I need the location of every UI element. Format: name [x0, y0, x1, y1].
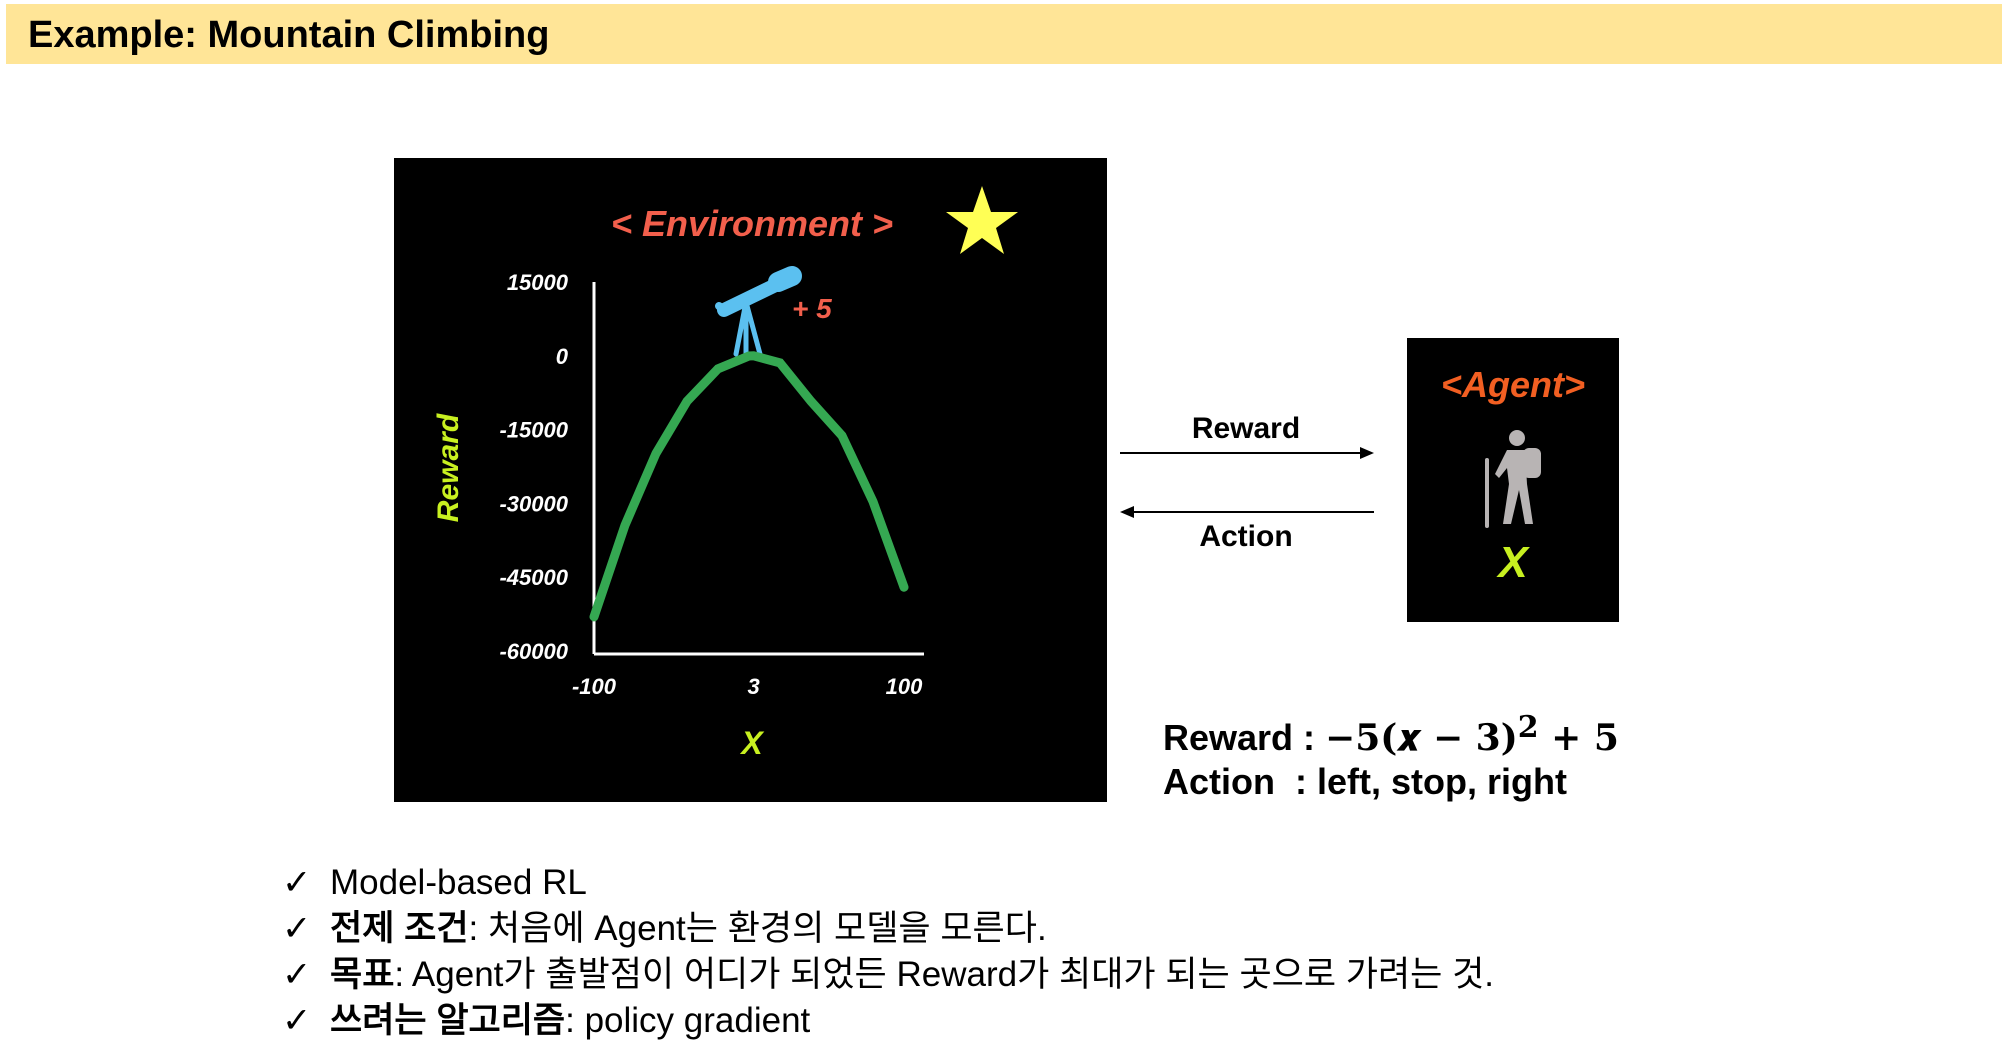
reward-formula-math: −5(𝒙 − 3): [1325, 717, 1518, 759]
x-tick-label: 100: [886, 674, 923, 699]
note-bold: 전제 조건: [330, 909, 469, 948]
check-icon: ✓: [282, 1001, 312, 1041]
list-item: ✓ Model-based RL: [282, 860, 1494, 906]
x-tick-label: 3: [748, 674, 760, 699]
agent-panel: <Agent> X: [1407, 338, 1619, 622]
reward-chart: < Environment > + 5 15000 0 -15000 -30000 -4…: [432, 186, 1018, 761]
agent-title: <Agent>: [1440, 364, 1586, 405]
x-tick-labels: -100 3 100: [572, 674, 923, 699]
page-title: Example: Mountain Climbing: [28, 14, 550, 56]
check-icon: ✓: [282, 863, 312, 903]
y-tick-label: 0: [556, 344, 569, 369]
formula-block: Reward : −5(𝒙 − 3)2 + 5 Action : left, s…: [1163, 706, 1619, 804]
note-text: : Agent가 출발점이 어디가 되었든 Reward가 최대가 되는 곳으로…: [394, 955, 1495, 994]
y-tick-labels: 15000 0 -15000 -30000 -45000 -60000: [499, 270, 568, 664]
note-bold: 쓰려는 알고리즘: [330, 1001, 566, 1040]
list-item: ✓ 전제 조건: 처음에 Agent는 환경의 모델을 모른다.: [282, 906, 1494, 952]
note-text: : policy gradient: [565, 1001, 811, 1040]
action-arrowhead: [1120, 506, 1134, 518]
list-item: ✓ 목표: Agent가 출발점이 어디가 되었든 Reward가 최대가 되는 …: [282, 952, 1494, 998]
reward-annotation: + 5: [792, 293, 832, 324]
check-icon: ✓: [282, 909, 312, 949]
x-axis-label: X: [739, 725, 764, 761]
y-tick-label: 15000: [507, 270, 569, 295]
y-axis-label: Reward: [432, 413, 465, 522]
reward-formula-exponent: 2: [1517, 710, 1539, 745]
star-icon: [946, 186, 1018, 254]
y-tick-label: -15000: [499, 418, 568, 443]
environment-panel: < Environment > + 5 15000 0 -15000 -30000 -4…: [394, 158, 1107, 802]
notes-list: ✓ Model-based RL ✓ 전제 조건: 처음에 Agent는 환경의 모…: [282, 860, 1494, 1044]
reward-flow-label: Reward: [1191, 412, 1301, 445]
x-tick-label: -100: [572, 674, 617, 699]
action-flow-label: Action: [1199, 520, 1293, 553]
reward-arrowhead: [1360, 447, 1374, 459]
telescope-icon: [715, 266, 802, 357]
reward-curve: [589, 351, 909, 622]
check-icon: ✓: [282, 955, 312, 995]
agent-x-label: X: [1498, 538, 1528, 587]
note-text: : 처음에 Agent는 환경의 모델을 모른다.: [468, 909, 1047, 948]
environment-label: < Environment >: [611, 203, 893, 244]
title-bar: Example: Mountain Climbing: [6, 4, 2002, 64]
y-tick-label: -60000: [499, 639, 568, 664]
y-tick-label: -30000: [499, 491, 568, 516]
note-bold: 목표: [330, 955, 395, 994]
y-tick-label: -45000: [499, 565, 568, 590]
reward-formula: Reward : −5(𝒙 − 3)2 + 5: [1163, 706, 1619, 760]
reward-formula-prefix: Reward :: [1163, 717, 1326, 758]
note-text: Model-based RL: [330, 863, 587, 902]
reward-formula-tail: + 5: [1538, 717, 1619, 759]
list-item: ✓ 쓰려는 알고리즘: policy gradient: [282, 998, 1494, 1044]
action-line: Action : left, stop, right: [1163, 761, 1567, 802]
hiker-icon: [1485, 430, 1541, 528]
